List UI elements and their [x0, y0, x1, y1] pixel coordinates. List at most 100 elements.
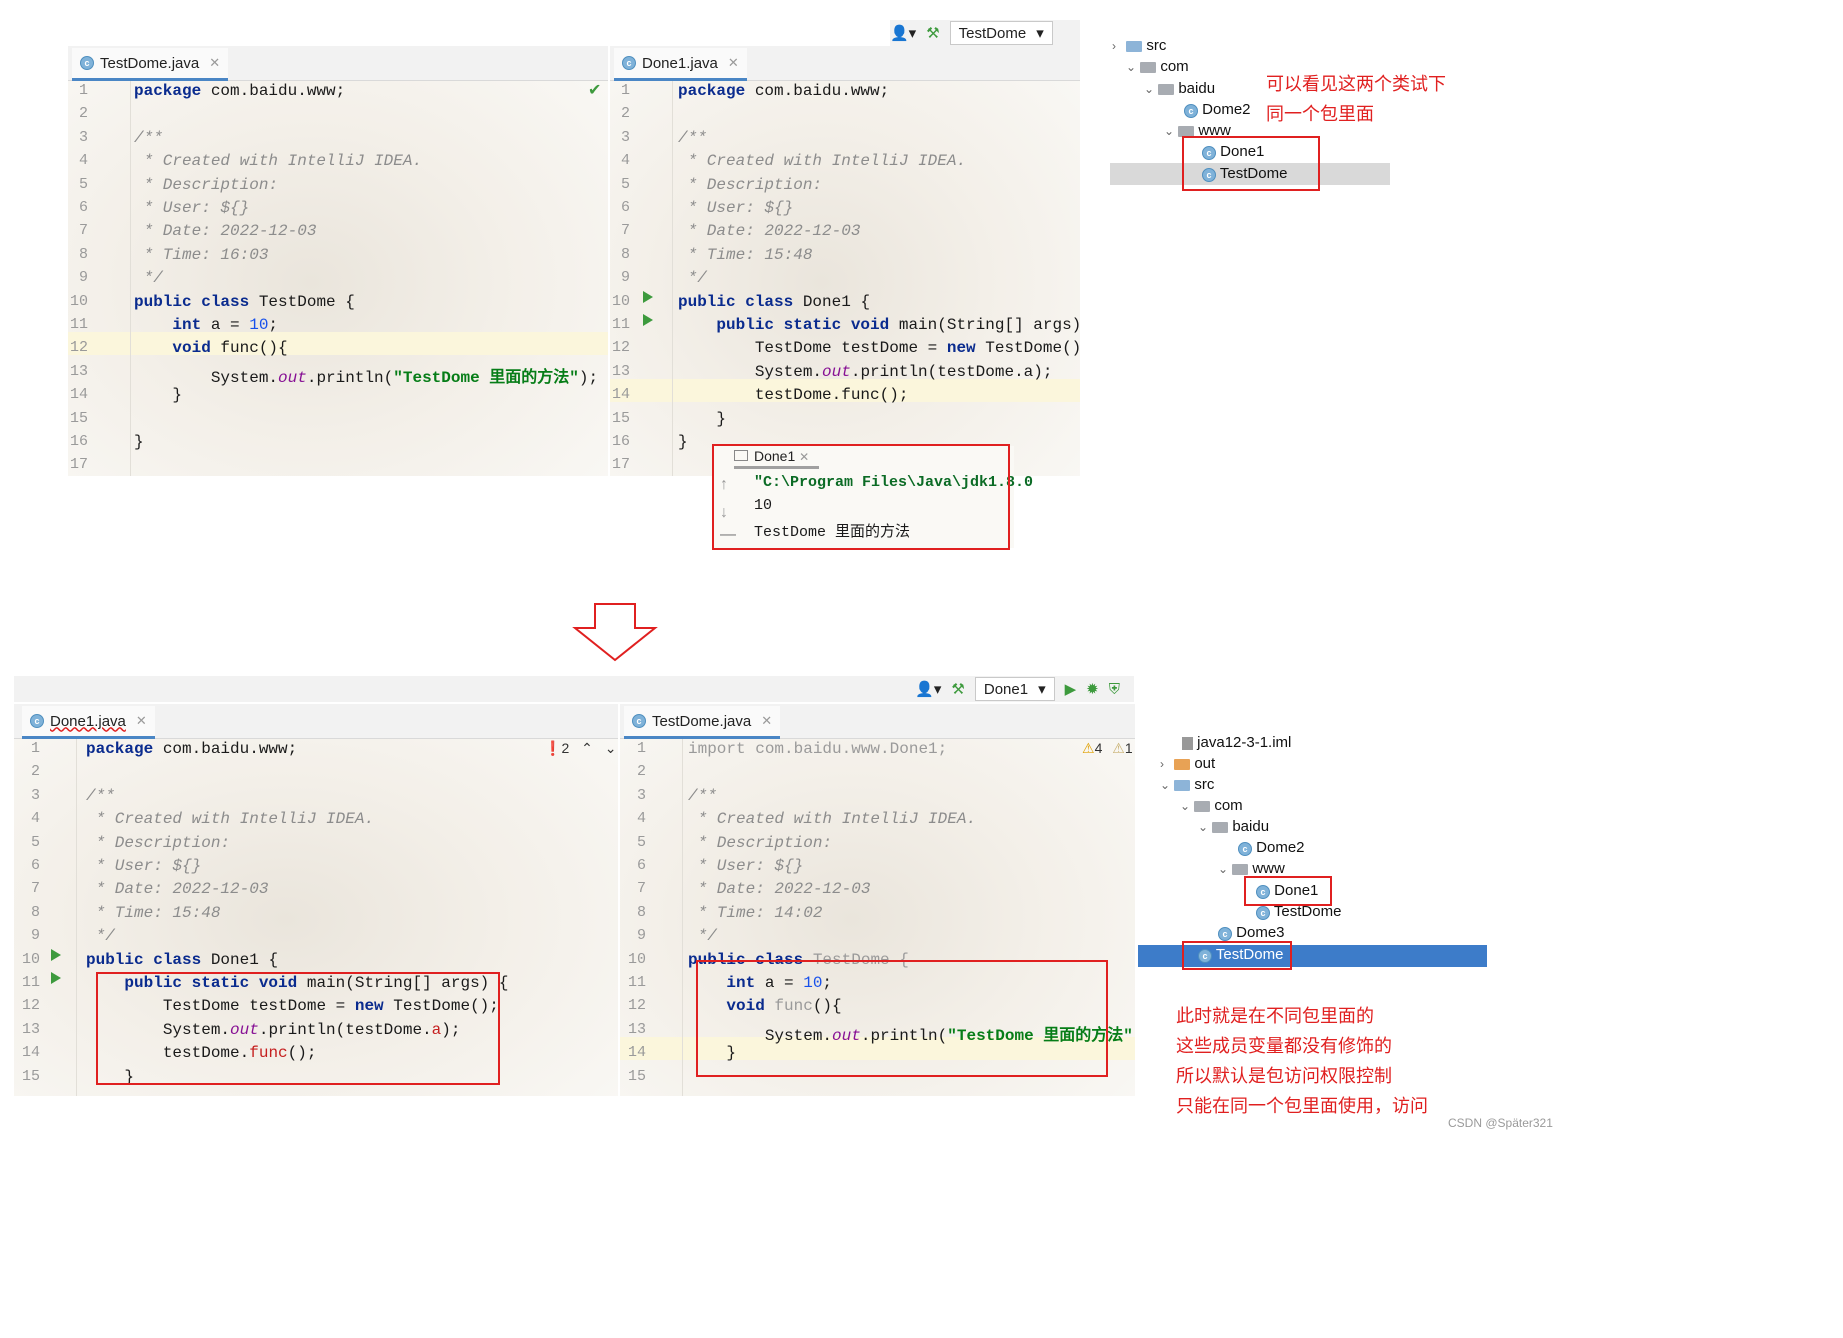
line-number: 17 [69, 456, 88, 474]
code-line[interactable]: * Time: 15:48 [86, 904, 221, 922]
line-number: 14 [69, 386, 88, 404]
chevron-up-icon[interactable]: ⌃ [581, 740, 593, 756]
code-line[interactable]: void func(){ [134, 339, 287, 357]
line-number: 15 [21, 1067, 40, 1085]
user-icon[interactable]: 👤▾ [890, 24, 916, 42]
top-right-editor: c Done1.java ✕ 1 package com.baidu.www; 2 3… [610, 46, 1080, 476]
code-line[interactable]: public static void main(String[] args) { [678, 316, 1080, 334]
code-line[interactable]: /** [134, 129, 163, 147]
tree-highlight-box [1182, 136, 1320, 191]
code-line[interactable]: } [678, 433, 688, 451]
tree-item-src[interactable]: ⌄ src [1160, 776, 1214, 793]
code-line[interactable]: */ [678, 269, 707, 287]
line-number: 14 [611, 386, 630, 404]
tree-item-src[interactable]: › src [1112, 37, 1166, 54]
line-number: 11 [69, 316, 88, 333]
code-line[interactable]: * Date: 2022-12-03 [678, 222, 861, 240]
folder-icon [1174, 779, 1191, 791]
tree-label: baidu [1232, 818, 1270, 835]
code-line[interactable]: * Date: 2022-12-03 [86, 880, 269, 898]
code-line[interactable]: } [678, 410, 726, 428]
chevron-down-icon[interactable]: ⌄ [605, 740, 617, 756]
tree-item-dome2[interactable]: c Dome2 [1238, 839, 1305, 856]
tree-label: src [1146, 37, 1167, 54]
tree-label: java12-3-1.iml [1197, 734, 1292, 751]
code-line[interactable]: package com.baidu.www; [678, 82, 889, 100]
code-line[interactable]: * Time: 15:48 [678, 246, 813, 264]
tree-item-out[interactable]: › out [1160, 755, 1215, 772]
code-line[interactable]: * Created with IntelliJ IDEA. [86, 810, 374, 828]
code-line[interactable]: * User: ${} [678, 199, 794, 217]
tree-item-dome2[interactable]: c Dome2 [1184, 101, 1251, 118]
tree-item-www[interactable]: ⌄ www [1218, 860, 1285, 877]
code-line[interactable]: public class Done1 { [86, 951, 278, 969]
tree-label: Dome2 [1202, 101, 1251, 118]
line-number: 7 [30, 880, 40, 898]
code-line[interactable]: * User: ${} [86, 857, 202, 875]
class-icon: c [1184, 104, 1198, 118]
code-line[interactable]: System.out.println("TestDome 里面的方法"); [134, 363, 598, 387]
code-line[interactable]: * Description: [678, 176, 822, 194]
code-line[interactable]: * Date: 2022-12-03 [688, 880, 871, 898]
tree-item-dome3[interactable]: c Dome3 [1218, 924, 1285, 941]
code-line[interactable]: * Description: [86, 834, 230, 852]
code-line[interactable]: * Created with IntelliJ IDEA. [688, 810, 976, 828]
coverage-icon[interactable]: ⛨ [1109, 681, 1120, 698]
code-line[interactable]: * User: ${} [688, 857, 804, 875]
code-line[interactable]: public class TestDome { [134, 293, 355, 311]
code-line[interactable]: testDome.func(); [678, 386, 909, 404]
code-line[interactable]: TestDome testDome = new TestDome(); [678, 339, 1080, 357]
run-config-label: TestDome [958, 24, 1027, 42]
debug-icon[interactable]: ✹ [1086, 680, 1099, 698]
code-line[interactable]: /** [678, 129, 707, 147]
code-line[interactable]: * Date: 2022-12-03 [134, 222, 317, 240]
tree-item-iml[interactable]: java12-3-1.iml [1182, 734, 1291, 751]
code-line[interactable]: * Time: 14:02 [688, 904, 823, 922]
code-line[interactable]: int a = 10; [134, 316, 278, 334]
code-line[interactable]: * Created with IntelliJ IDEA. [678, 152, 966, 170]
code-line[interactable]: * Description: [134, 176, 278, 194]
tree-item-com[interactable]: ⌄ com [1126, 58, 1189, 75]
run-config-select[interactable]: Done1 ▾ [974, 677, 1055, 701]
code-line[interactable]: System.out.println(testDome.a); [678, 363, 1053, 381]
code-line[interactable]: package com.baidu.www; [86, 740, 297, 758]
code-line[interactable]: * Time: 16:03 [134, 246, 269, 264]
code-line[interactable]: */ [134, 269, 163, 287]
error-code-highlight-box [96, 972, 500, 1085]
build-hammer-icon[interactable]: ⚒ [926, 24, 939, 42]
line-number: 1 [30, 740, 40, 757]
code-line[interactable]: */ [688, 927, 717, 945]
tree-item-baidu[interactable]: ⌄ baidu [1198, 818, 1269, 835]
run-icon[interactable]: ▶ [1065, 680, 1077, 698]
code-line[interactable]: package com.baidu.www; [134, 82, 345, 100]
error-indicator[interactable]: ❗2 ⌃ ⌄ [544, 740, 616, 757]
line-number: 6 [620, 199, 630, 216]
code-line[interactable]: * User: ${} [134, 199, 250, 217]
tree-item-baidu[interactable]: ⌄ baidu [1144, 80, 1215, 97]
run-config-select[interactable]: TestDome ▾ [949, 21, 1053, 45]
line-number: 16 [69, 433, 88, 450]
code-line[interactable]: */ [86, 927, 115, 945]
code-line[interactable]: } [134, 433, 144, 451]
warning-indicator[interactable]: ⚠4 ⚠1 [1082, 740, 1133, 757]
code-line[interactable]: * Created with IntelliJ IDEA. [134, 152, 422, 170]
folder-icon [1126, 40, 1143, 52]
code-line[interactable]: import com.baidu.www.Done1; [688, 740, 947, 758]
weak-warning-count: 1 [1124, 740, 1133, 756]
code-line[interactable]: } [134, 386, 182, 404]
line-number: 1 [78, 82, 88, 99]
bottom-note-line-3: 所以默认是包访问权限控制 [1176, 1066, 1392, 1086]
line-number: 4 [620, 152, 630, 170]
tree-label: Dome2 [1256, 839, 1305, 856]
line-number: 10 [21, 950, 40, 968]
tree-label: out [1194, 755, 1216, 772]
code-line[interactable]: * Description: [688, 834, 832, 852]
line-number: 17 [611, 456, 630, 474]
code-line[interactable]: /** [688, 787, 717, 805]
code-line[interactable]: /** [86, 787, 115, 805]
user-icon[interactable]: 👤▾ [915, 680, 941, 698]
build-hammer-icon[interactable]: ⚒ [951, 680, 964, 698]
code-line[interactable]: public class Done1 { [678, 293, 870, 311]
line-number: 3 [78, 128, 88, 146]
tree-item-com[interactable]: ⌄ com [1180, 797, 1243, 814]
